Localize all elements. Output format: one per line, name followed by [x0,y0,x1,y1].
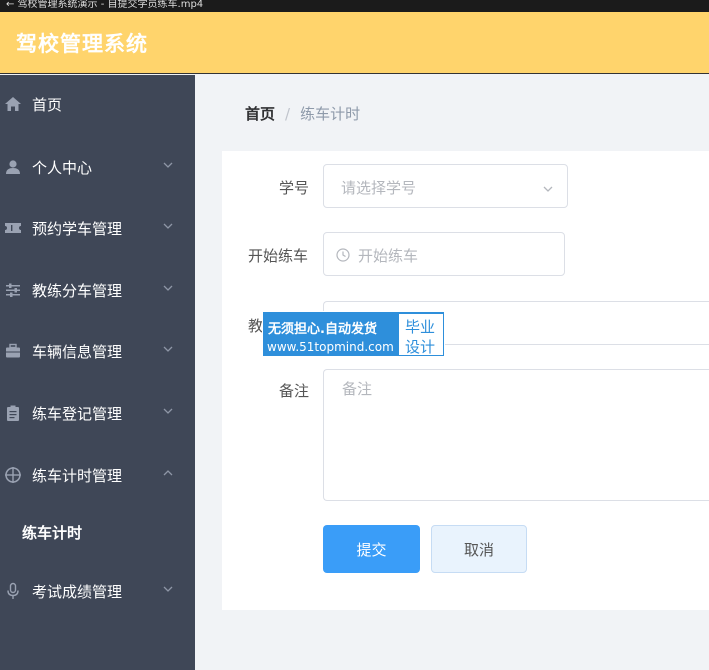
sidebar-item-practice-timing-management[interactable]: 练车计时管理 [0,453,195,497]
coach-label: 教 [248,317,264,335]
app-header: 驾校管理系统 [0,12,709,74]
remark-label: 备注 [279,382,310,400]
home-icon [4,95,22,113]
start-practice-picker[interactable]: 开始练车 [323,232,565,276]
sidebar-item-label: 练车登记管理 [32,405,123,423]
chevron-down-icon [162,220,174,232]
clock-icon [336,247,350,262]
breadcrumb-home[interactable]: 首页 [245,105,275,123]
breadcrumb: 首页 / 练车计时 [245,103,360,124]
sidebar-item-label: 练车计时管理 [32,467,123,485]
chevron-down-icon [542,180,554,192]
sidebar-item-label: 个人中心 [32,159,93,177]
watermark-banner: 无须担心.自动发货 www.51topmind.com 毕业 设计 [262,311,445,357]
sidebar-item-label: 考试成绩管理 [32,583,123,601]
chevron-down-icon [162,159,174,171]
sidebar-item-vehicle-info[interactable]: 车辆信息管理 [0,329,195,373]
microphone-icon [4,582,22,600]
ticket-icon [4,219,22,237]
sliders-icon [4,281,22,299]
breadcrumb-current: 练车计时 [300,105,361,123]
sidebar-item-home[interactable]: 首页 [0,82,195,126]
sidebar-item-practice-registration[interactable]: 练车登记管理 [0,391,195,435]
sidebar-item-label: 车辆信息管理 [32,343,123,361]
remark-textarea[interactable]: 备注 [323,369,709,501]
sidebar-item-booking[interactable]: 预约学车管理 [0,206,195,250]
sidebar-subitem-label: 练车计时 [22,524,83,542]
user-icon [4,158,22,176]
cancel-button[interactable]: 取消 [431,525,527,573]
watermark-badge-line2: 设计 [405,338,436,356]
start-practice-label: 开始练车 [248,247,309,265]
chevron-down-icon [162,583,174,595]
chevron-up-icon [162,467,174,479]
sidebar-subitem-practice-timing[interactable]: 练车计时 [0,512,195,552]
clipboard-icon [4,404,22,422]
sidebar-item-label: 教练分车管理 [32,282,123,300]
student-select[interactable]: 请选择学号 [323,164,568,208]
sidebar-item-label: 预约学车管理 [32,220,123,238]
submit-button[interactable]: 提交 [323,525,420,573]
watermark-badge-line1: 毕业 [405,318,436,336]
chevron-down-icon [162,343,174,355]
window-title: ← 驾校管理系统演示 - 自提交学员练车.mp4 [6,0,204,10]
watermark-badge: 毕业 设计 [398,313,444,356]
sidebar: 首页 个人中心 预约学车管理 教练分车管理 车辆信息管理 练车登记管理 练车计时… [0,75,195,670]
watermark-url: www.51topmind.com [267,340,394,354]
sidebar-item-personal-center[interactable]: 个人中心 [0,145,195,189]
sidebar-item-coach-assignment[interactable]: 教练分车管理 [0,268,195,312]
breadcrumb-separator: / [285,105,291,123]
app-title: 驾校管理系统 [16,32,148,56]
remark-placeholder: 备注 [342,380,373,398]
chevron-down-icon [162,405,174,417]
start-practice-placeholder: 开始练车 [358,247,419,265]
briefcase-icon [4,342,22,360]
student-placeholder: 请选择学号 [341,179,417,197]
student-label: 学号 [279,179,310,197]
crosshair-icon [4,466,22,484]
chevron-down-icon [162,282,174,294]
sidebar-item-exam-scores[interactable]: 考试成绩管理 [0,569,195,613]
watermark-text: 无须担心.自动发货 [268,322,377,337]
sidebar-item-label: 首页 [32,96,63,114]
window-title-strip: ← 驾校管理系统演示 - 自提交学员练车.mp4 [0,0,709,12]
